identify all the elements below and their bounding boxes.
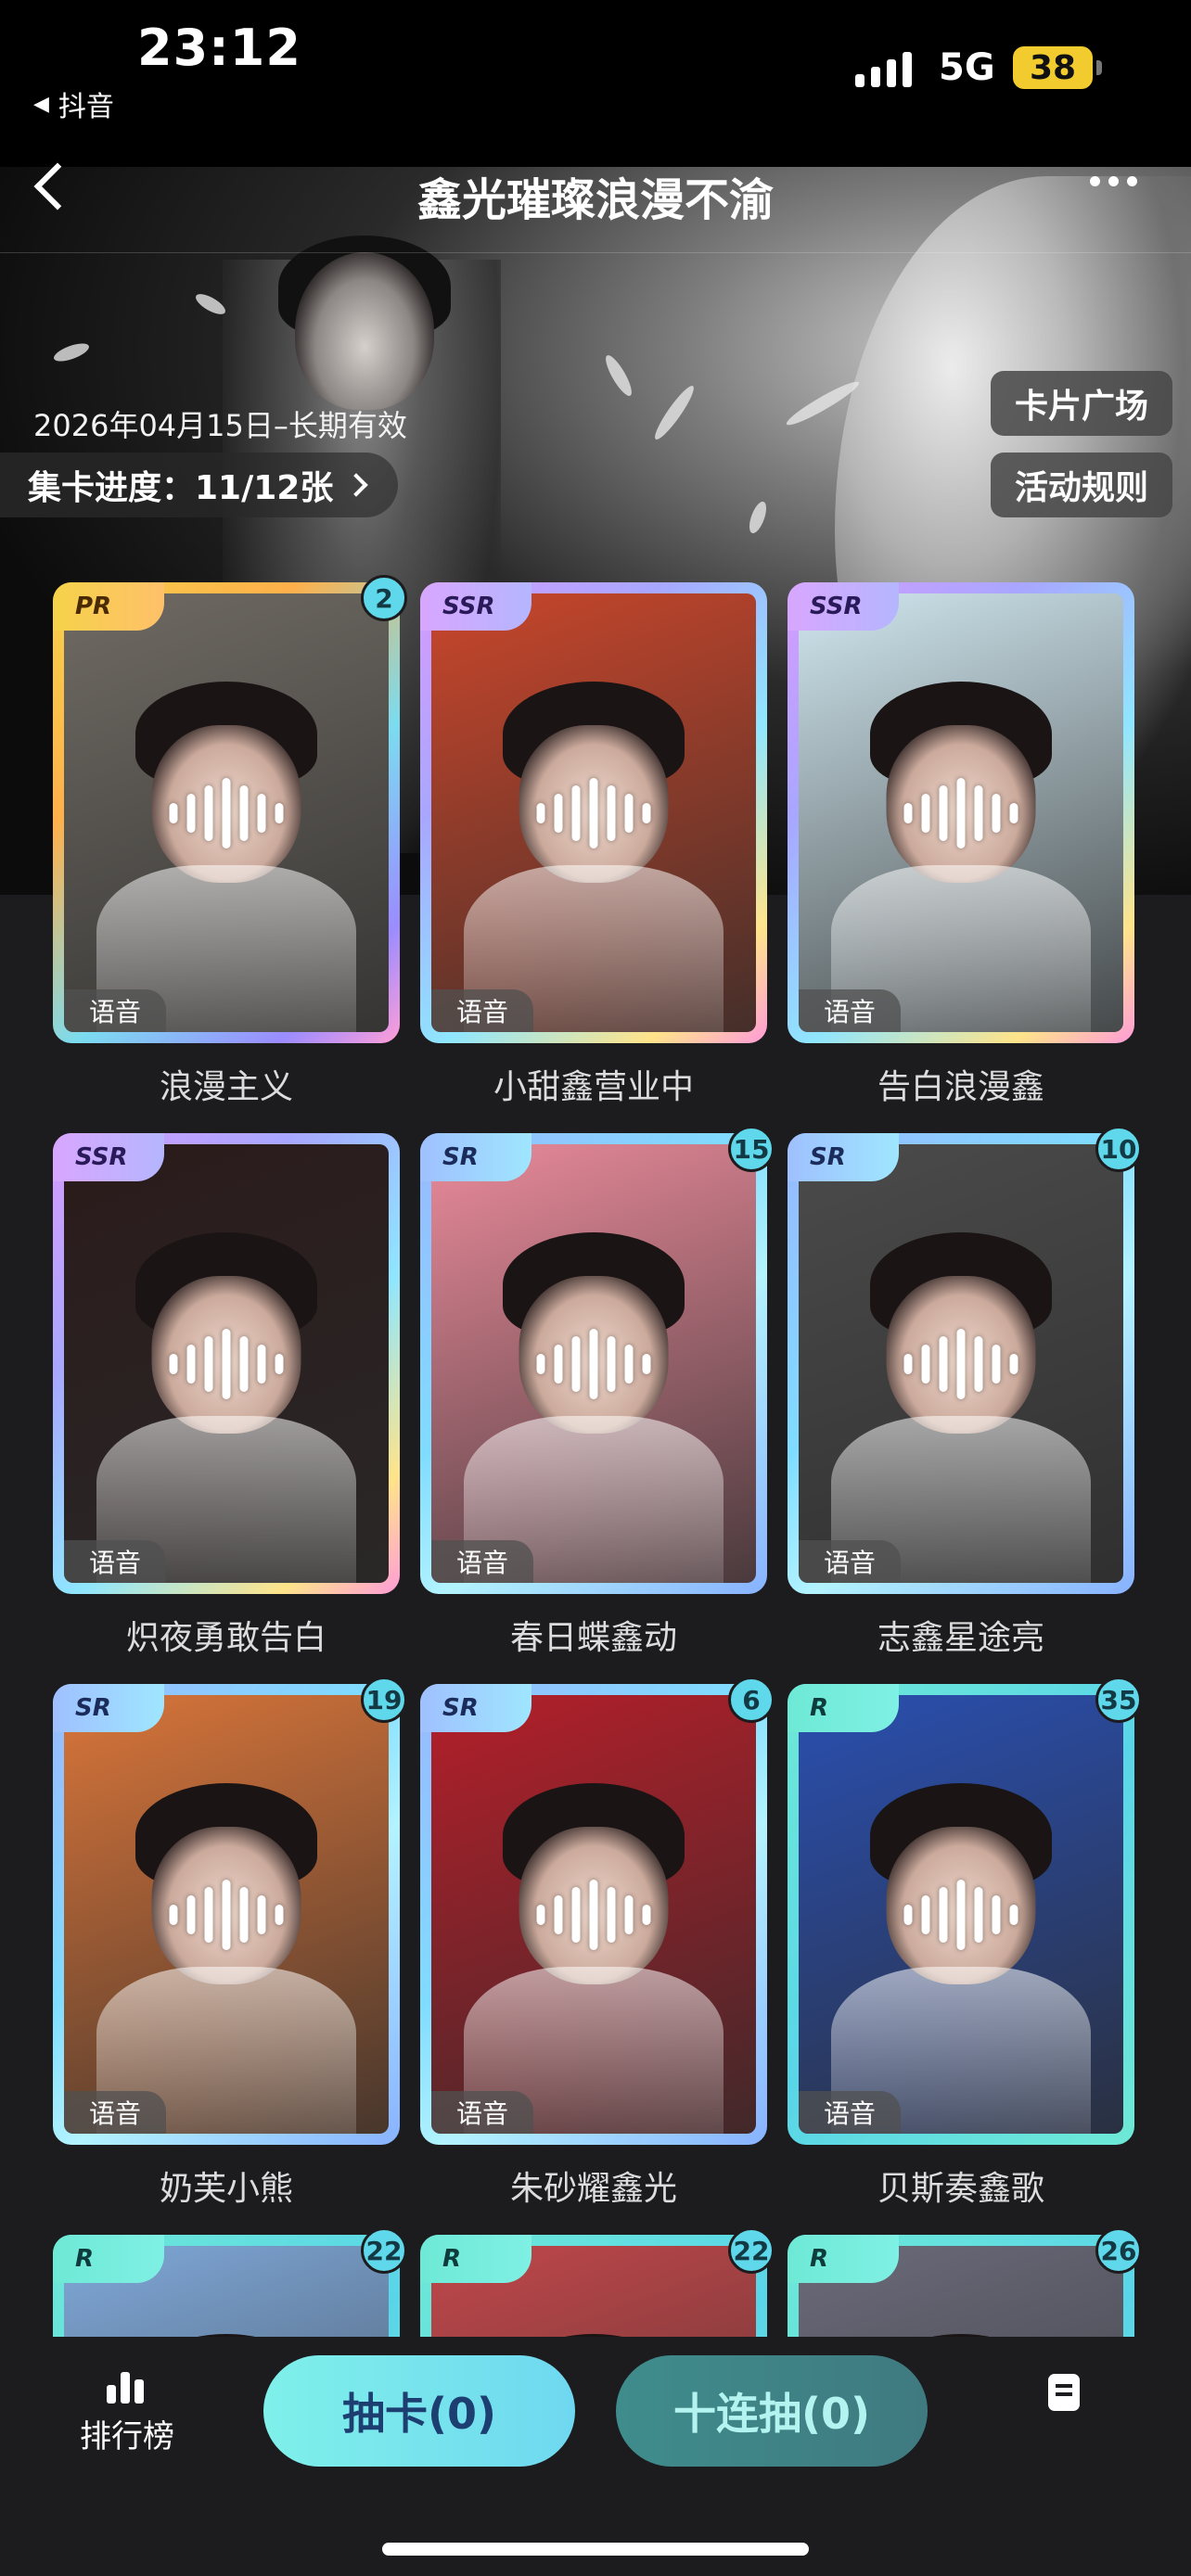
rarity-badge: R bbox=[420, 2235, 531, 2283]
card-plaza-button[interactable]: 卡片广场 bbox=[991, 371, 1172, 436]
rarity-badge: R bbox=[788, 1684, 899, 1732]
voice-badge: 语音 bbox=[64, 989, 166, 1032]
voice-badge: 语音 bbox=[799, 989, 901, 1032]
card-count-badge: 6 bbox=[728, 1677, 775, 1723]
back-app-label: 抖音 bbox=[58, 91, 114, 123]
sound-wave-icon[interactable] bbox=[169, 1879, 284, 1950]
feather-icon bbox=[51, 339, 92, 365]
card-title: 朱砂耀鑫光 bbox=[509, 2170, 677, 2208]
card-count-badge: 10 bbox=[1095, 1126, 1142, 1172]
card-title: 小甜鑫营业中 bbox=[493, 1068, 694, 1106]
collection-card[interactable]: SSR 语音 bbox=[420, 582, 767, 1043]
more-icon[interactable] bbox=[1090, 176, 1137, 186]
rarity-badge: PR bbox=[53, 582, 164, 631]
hero-portrait bbox=[295, 252, 434, 410]
card-title: 告白浪漫鑫 bbox=[877, 1068, 1044, 1106]
home-indicator[interactable] bbox=[382, 2543, 809, 2556]
battery-level: 38 bbox=[1029, 48, 1077, 87]
back-to-app-link[interactable]: ◀ 抖音 bbox=[33, 83, 114, 124]
chevron-right-icon bbox=[344, 473, 369, 497]
rarity-badge: SSR bbox=[420, 582, 531, 631]
clock: 23:12 bbox=[137, 19, 301, 77]
back-triangle-icon: ◀ bbox=[33, 92, 49, 116]
feather-icon bbox=[746, 499, 770, 536]
rarity-badge: SR bbox=[420, 1133, 531, 1181]
card-count-badge: 2 bbox=[361, 575, 407, 621]
rarity-badge: R bbox=[788, 2235, 899, 2283]
document-icon[interactable] bbox=[1048, 2374, 1080, 2411]
page-title: 鑫光璀璨浪漫不渝 bbox=[416, 174, 774, 226]
card-title: 炽夜勇敢告白 bbox=[125, 1619, 327, 1657]
card-count-badge: 19 bbox=[361, 1677, 407, 1723]
bottom-bar: 排行榜 抽卡(0) 十连抽(0) bbox=[0, 2337, 1191, 2576]
feather-icon bbox=[601, 351, 636, 400]
ten-draw-button[interactable]: 十连抽(0) bbox=[616, 2355, 928, 2467]
status-bar: 23:12 ◀ 抖音 5G 38 bbox=[0, 0, 1191, 167]
collection-progress[interactable]: 集卡进度：11/12张 bbox=[0, 453, 399, 517]
voice-badge: 语音 bbox=[431, 2091, 533, 2134]
voice-badge: 语音 bbox=[431, 1540, 533, 1583]
sound-wave-icon[interactable] bbox=[903, 1328, 1018, 1399]
sound-wave-icon[interactable] bbox=[169, 777, 284, 848]
rarity-badge: SR bbox=[53, 1684, 164, 1732]
draw-card-button[interactable]: 抽卡(0) bbox=[263, 2355, 575, 2467]
card-title: 春日蝶鑫动 bbox=[509, 1619, 677, 1657]
collection-card[interactable]: SSR 语音 bbox=[788, 582, 1134, 1043]
rarity-badge: SSR bbox=[53, 1133, 164, 1181]
card-count-badge: 26 bbox=[1095, 2227, 1142, 2274]
card-count-badge: 15 bbox=[728, 1126, 775, 1172]
voice-badge: 语音 bbox=[799, 2091, 901, 2134]
battery-icon: 38 bbox=[1013, 46, 1102, 89]
sound-wave-icon[interactable] bbox=[903, 777, 1018, 848]
sound-wave-icon[interactable] bbox=[536, 1328, 651, 1399]
sound-wave-icon[interactable] bbox=[169, 1328, 284, 1399]
collection-card[interactable]: SSR 语音 bbox=[53, 1133, 400, 1594]
card-count-badge: 22 bbox=[728, 2227, 775, 2274]
header-divider bbox=[0, 252, 1191, 253]
voice-badge: 语音 bbox=[64, 2091, 166, 2134]
collection-card[interactable]: SR 6 语音 bbox=[420, 1677, 775, 2145]
rarity-badge: R bbox=[53, 2235, 164, 2283]
rarity-badge: SR bbox=[420, 1684, 531, 1732]
activity-date: 2026年04月15日–长期有效 bbox=[33, 408, 407, 443]
ranking-button[interactable]: 排行榜 bbox=[76, 2366, 178, 2456]
card-count-badge: 35 bbox=[1095, 1677, 1142, 1723]
collection-card[interactable]: R 35 语音 bbox=[788, 1677, 1142, 2145]
progress-label: 集卡进度：11/12张 bbox=[28, 469, 334, 507]
network-label: 5G bbox=[939, 46, 995, 89]
collection-card[interactable]: SR 15 语音 bbox=[420, 1126, 775, 1594]
rarity-badge: SR bbox=[788, 1133, 899, 1181]
card-title: 奶芙小熊 bbox=[159, 2170, 293, 2208]
collection-card[interactable]: SR 19 语音 bbox=[53, 1677, 407, 2145]
voice-badge: 语音 bbox=[799, 1540, 901, 1583]
rarity-badge: SSR bbox=[788, 582, 899, 631]
collection-card[interactable]: PR 2 语音 bbox=[53, 575, 407, 1043]
ranking-icon bbox=[106, 2366, 148, 2404]
signal-icon bbox=[855, 50, 912, 87]
sound-wave-icon[interactable] bbox=[903, 1879, 1018, 1950]
card-title: 贝斯奏鑫歌 bbox=[877, 2170, 1044, 2208]
card-title: 浪漫主义 bbox=[159, 1068, 293, 1106]
sound-wave-icon[interactable] bbox=[536, 1879, 651, 1950]
voice-badge: 语音 bbox=[431, 989, 533, 1032]
activity-rules-button[interactable]: 活动规则 bbox=[991, 453, 1172, 517]
collection-card[interactable]: SR 10 语音 bbox=[788, 1126, 1142, 1594]
voice-badge: 语音 bbox=[64, 1540, 166, 1583]
feather-icon bbox=[650, 382, 698, 443]
ranking-label: 排行榜 bbox=[80, 2418, 174, 2455]
card-count-badge: 22 bbox=[361, 2227, 407, 2274]
feather-icon bbox=[192, 289, 229, 319]
sound-wave-icon[interactable] bbox=[536, 777, 651, 848]
card-title: 志鑫星途亮 bbox=[877, 1619, 1044, 1657]
